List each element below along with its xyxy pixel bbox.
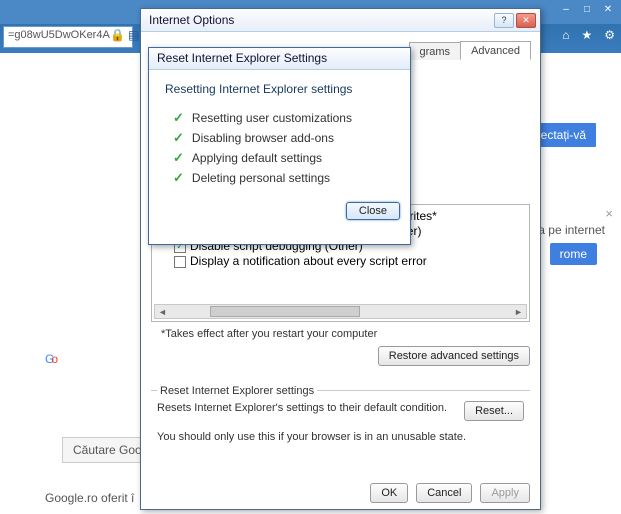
home-icon[interactable]: ⌂: [562, 28, 569, 42]
reset-steps-list: ✓ Resetting user customizations ✓ Disablin…: [165, 108, 394, 188]
restore-advanced-button[interactable]: Restore advanced settings: [378, 346, 530, 366]
lock-icon: 🔒: [110, 28, 126, 44]
tools-icon[interactable]: ⚙: [604, 28, 615, 42]
ok-button[interactable]: OK: [370, 483, 408, 503]
reset-step: Deleting personal settings: [192, 168, 330, 188]
dialog-close-button[interactable]: ✕: [516, 13, 536, 28]
check-icon: ✓: [173, 108, 184, 128]
reset-dialog-title[interactable]: Reset Internet Explorer Settings: [149, 48, 410, 70]
favorites-icon[interactable]: ★: [581, 28, 592, 42]
dialog-title: Internet Options: [149, 13, 234, 27]
promo-chrome-button[interactable]: rome: [550, 243, 597, 265]
scroll-right-icon[interactable]: ►: [511, 305, 526, 318]
window-minimize-icon[interactable]: –: [557, 2, 575, 16]
tab-programs[interactable]: grams: [409, 42, 462, 60]
reset-step: Applying default settings: [192, 148, 322, 168]
dialog-help-button[interactable]: ?: [494, 13, 514, 28]
reset-legend: Reset Internet Explorer settings: [157, 385, 317, 397]
reset-warning: You should only use this if your browser…: [157, 431, 524, 443]
reset-close-button[interactable]: Close: [346, 202, 400, 220]
reset-progress-dialog: Reset Internet Explorer Settings Resetti…: [148, 47, 411, 245]
setting-notify: Display a notification about every scrip…: [190, 254, 427, 269]
restart-note: *Takes effect after you restart your com…: [161, 328, 530, 340]
toolbar-icons: ⌂ ★ ⚙: [562, 28, 615, 42]
dialog-titlebar[interactable]: Internet Options ? ✕: [141, 9, 540, 32]
reset-button[interactable]: Reset...: [464, 401, 524, 421]
dialog-buttons: OK Cancel Apply: [151, 471, 530, 503]
promo-close-icon[interactable]: ×: [605, 206, 613, 221]
scroll-left-icon[interactable]: ◄: [155, 305, 170, 318]
check-icon: ✓: [173, 128, 184, 148]
cancel-button[interactable]: Cancel: [416, 483, 472, 503]
tab-advanced[interactable]: Advanced: [460, 41, 531, 60]
window-maximize-icon[interactable]: □: [578, 2, 596, 16]
reset-step: Resetting user customizations: [192, 108, 352, 128]
reset-step: Disabling browser add-ons: [192, 128, 334, 148]
google-logo: Go: [45, 308, 55, 379]
window-close-icon[interactable]: ✕: [599, 2, 617, 16]
scroll-thumb[interactable]: [210, 306, 360, 317]
check-icon: ✓: [173, 168, 184, 188]
footer-text: Google.ro oferit î: [45, 491, 134, 505]
checkbox-unchecked-icon[interactable]: [174, 256, 186, 268]
reset-description: Resets Internet Explorer's settings to t…: [157, 401, 452, 415]
address-bar-icons: 🔒 ▤: [110, 28, 144, 44]
check-icon: ✓: [173, 148, 184, 168]
browser-window-controls: – □ ✕: [557, 2, 617, 16]
reset-section: Reset Internet Explorer settings Resets …: [151, 376, 530, 447]
reset-heading: Resetting Internet Explorer settings: [165, 82, 394, 96]
horizontal-scrollbar[interactable]: ◄ ►: [154, 304, 527, 319]
apply-button[interactable]: Apply: [480, 483, 530, 503]
